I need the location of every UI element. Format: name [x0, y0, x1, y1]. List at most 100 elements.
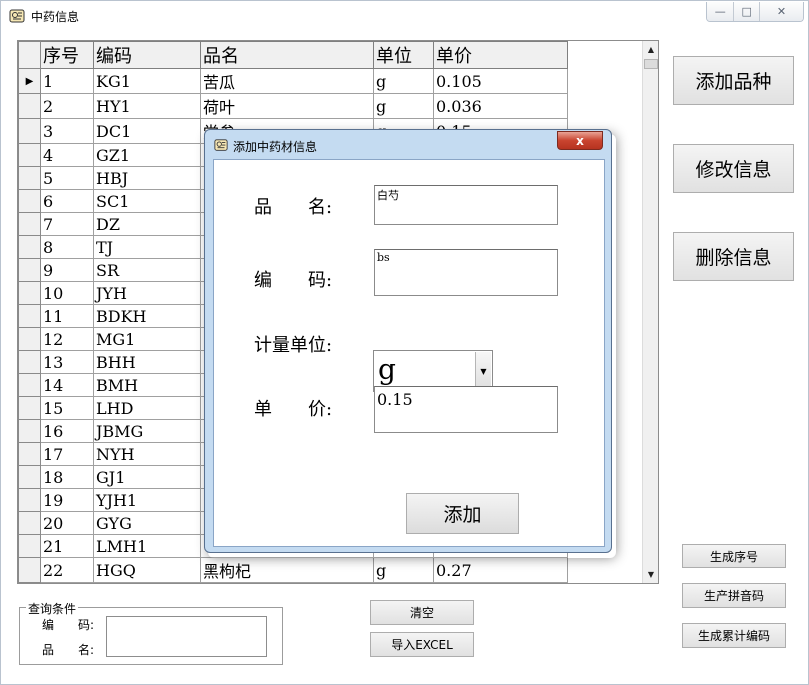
delete-info-button[interactable]: 删除信息 [673, 232, 794, 281]
cell-unit[interactable]: g [373, 557, 434, 583]
modify-info-button[interactable]: 修改信息 [673, 144, 794, 193]
cell-code[interactable]: GYG [93, 511, 201, 535]
chevron-down-icon[interactable]: ▼ [475, 352, 491, 390]
row-indicator[interactable] [18, 304, 41, 328]
cell-seq[interactable]: 17 [40, 442, 94, 466]
add-variety-button[interactable]: 添加品种 [673, 56, 794, 105]
cell-code[interactable]: YJH1 [93, 488, 201, 512]
row-indicator[interactable] [18, 557, 41, 583]
cell-seq[interactable]: 2 [40, 93, 94, 119]
cell-seq[interactable]: 6 [40, 189, 94, 213]
table-row[interactable]: 22 HGQ 黑枸杞 g 0.27 [18, 557, 568, 583]
cell-seq[interactable]: 9 [40, 258, 94, 282]
cell-seq[interactable]: 7 [40, 212, 94, 236]
cell-seq[interactable]: 20 [40, 511, 94, 535]
row-indicator[interactable]: ▶ [18, 68, 41, 94]
cell-seq[interactable]: 23 [40, 582, 94, 583]
cell-unit[interactable]: g [373, 68, 434, 94]
cell-seq[interactable]: 12 [40, 327, 94, 351]
cell-seq[interactable]: 16 [40, 419, 94, 443]
cell-code[interactable]: LHD [93, 396, 201, 420]
row-indicator[interactable] [18, 281, 41, 305]
row-indicator[interactable] [18, 166, 41, 190]
cell-code[interactable]: HBJ [93, 166, 201, 190]
generate-sequence-button[interactable]: 生成序号 [682, 544, 786, 568]
generate-cumulative-code-button[interactable]: 生成累计编码 [682, 623, 786, 648]
cell-code[interactable]: NYH [93, 442, 201, 466]
cell-code[interactable]: BDKH [93, 304, 201, 328]
row-indicator[interactable] [18, 396, 41, 420]
cell-seq[interactable]: 8 [40, 235, 94, 259]
row-indicator[interactable] [18, 235, 41, 259]
generate-pinyin-button[interactable]: 生产拼音码 [682, 583, 786, 608]
cell-price[interactable]: 0.036 [433, 93, 568, 119]
row-indicator[interactable] [18, 93, 41, 119]
cell-code[interactable]: BMH [93, 373, 201, 397]
price-field[interactable]: 0.15 [374, 386, 558, 433]
row-indicator[interactable] [18, 327, 41, 351]
cell-seq[interactable]: 1 [40, 68, 94, 94]
column-header-unit[interactable]: 单位 [373, 41, 434, 69]
cell-unit[interactable] [373, 582, 434, 583]
cell-seq[interactable]: 11 [40, 304, 94, 328]
row-indicator[interactable] [18, 534, 41, 558]
row-indicator[interactable] [18, 212, 41, 236]
cell-name[interactable]: 丹皮 [200, 582, 374, 583]
cell-seq[interactable]: 5 [40, 166, 94, 190]
cell-code[interactable]: SR [93, 258, 201, 282]
scroll-down-icon[interactable]: ▼ [643, 566, 658, 583]
column-header-code[interactable]: 编码 [93, 41, 201, 69]
row-indicator[interactable] [18, 488, 41, 512]
cell-name[interactable]: 苦瓜 [200, 68, 374, 94]
scroll-up-icon[interactable]: ▲ [643, 41, 658, 58]
row-indicator[interactable] [18, 118, 41, 144]
row-indicator[interactable] [18, 350, 41, 374]
query-input[interactable] [106, 616, 267, 657]
cell-unit[interactable]: g [373, 93, 434, 119]
code-field[interactable]: bs [374, 249, 558, 296]
row-indicator[interactable] [18, 582, 41, 583]
cell-code[interactable]: DC1 [93, 118, 201, 144]
name-field[interactable]: 白芍 [374, 185, 558, 225]
cell-seq[interactable]: 19 [40, 488, 94, 512]
cell-code[interactable]: JYH [93, 281, 201, 305]
cell-price[interactable]: 0.066 [433, 582, 568, 583]
row-indicator[interactable] [18, 143, 41, 167]
row-indicator[interactable] [18, 258, 41, 282]
cell-name[interactable]: 荷叶 [200, 93, 374, 119]
cell-code[interactable]: GJ1 [93, 465, 201, 489]
table-row[interactable]: 2 HY1 荷叶 g 0.036 [18, 93, 568, 119]
cell-code[interactable]: JBMG [93, 419, 201, 443]
cell-code[interactable]: BHH [93, 350, 201, 374]
cell-seq[interactable]: 21 [40, 534, 94, 558]
row-indicator[interactable] [18, 419, 41, 443]
row-indicator[interactable] [18, 189, 41, 213]
cell-code[interactable]: SC1 [93, 189, 201, 213]
cell-seq[interactable]: 18 [40, 465, 94, 489]
cell-seq[interactable]: 10 [40, 281, 94, 305]
column-header-price[interactable]: 单价 [433, 41, 568, 69]
add-button[interactable]: 添加 [406, 493, 519, 534]
minimize-button[interactable]: — [707, 2, 735, 21]
table-row[interactable]: ▶ 1 KG1 苦瓜 g 0.105 [18, 68, 568, 94]
cell-code[interactable]: DP [93, 582, 201, 583]
cell-price[interactable]: 0.105 [433, 68, 568, 94]
cell-seq[interactable]: 15 [40, 396, 94, 420]
scroll-thumb[interactable] [644, 59, 658, 69]
close-button[interactable]: ✕ [759, 2, 803, 21]
table-row[interactable]: 23DP丹皮 0.066 [18, 582, 568, 583]
column-header-name[interactable]: 品名 [200, 41, 374, 69]
row-indicator[interactable] [18, 373, 41, 397]
row-indicator[interactable] [18, 465, 41, 489]
cell-code[interactable]: DZ [93, 212, 201, 236]
cell-seq[interactable]: 3 [40, 118, 94, 144]
maximize-button[interactable]: □ [734, 2, 760, 21]
cell-code[interactable]: KG1 [93, 68, 201, 94]
row-indicator[interactable] [18, 442, 41, 466]
cell-name[interactable]: 黑枸杞 [200, 557, 374, 583]
cell-seq[interactable]: 22 [40, 557, 94, 583]
cell-code[interactable]: GZ1 [93, 143, 201, 167]
cell-code[interactable]: TJ [93, 235, 201, 259]
cell-code[interactable]: MG1 [93, 327, 201, 351]
clear-button[interactable]: 清空 [370, 600, 474, 625]
